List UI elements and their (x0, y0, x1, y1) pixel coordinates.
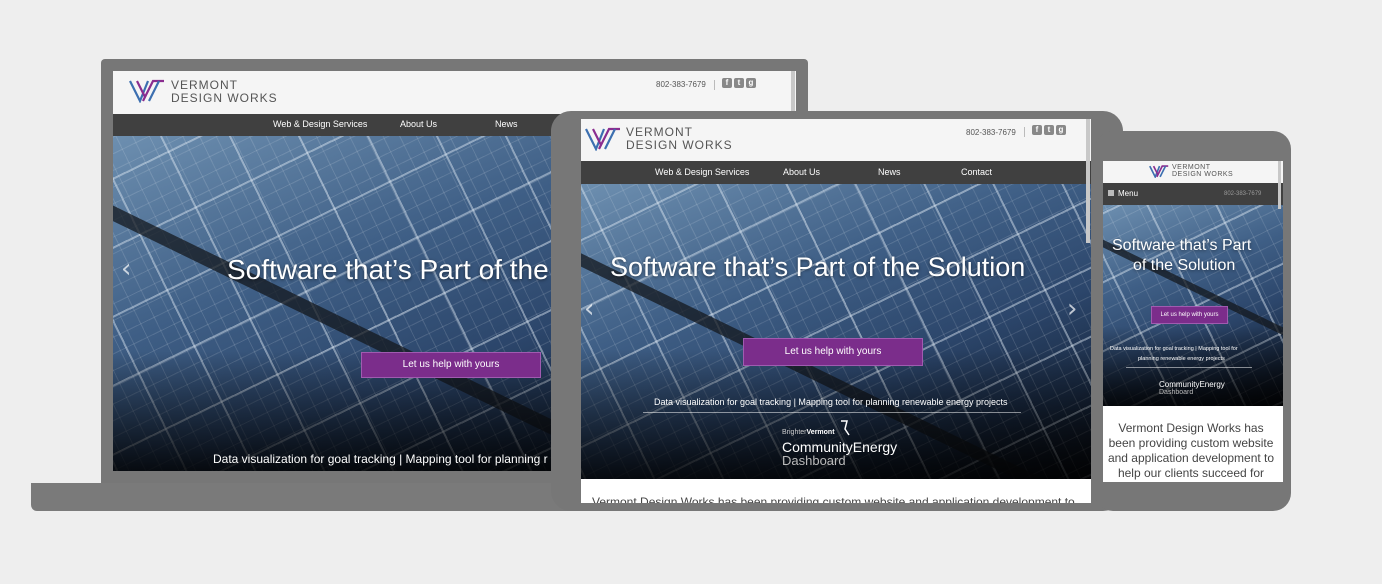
vdw-logo-icon (585, 127, 620, 151)
phone-scrollbar[interactable] (1278, 161, 1281, 209)
hero-headline: Software that’s Part of the Solution (610, 252, 1026, 282)
project-subtitle: Dashboard (782, 453, 846, 468)
logo-text: VERMONT DESIGN WORKS (1172, 164, 1233, 179)
tablet-header: VERMONT DESIGN WORKS 802-383-7679 f t g (581, 119, 1091, 161)
body-line-2: been providing custom website (1108, 436, 1274, 450)
nav-about-us[interactable]: About Us (783, 167, 820, 177)
cta-button[interactable]: Let us help with yours (1151, 306, 1228, 324)
phone-number[interactable]: 802-383-7679 (1224, 191, 1261, 197)
laptop-scrollbar[interactable] (791, 71, 795, 111)
header-divider (714, 80, 715, 90)
tablet-nav: Web & Design Services About Us News Cont… (581, 161, 1091, 184)
google-plus-icon[interactable]: g (746, 78, 756, 88)
carousel-prev-icon[interactable]: ‹ (584, 294, 594, 324)
project-prefix-2: Vermont (806, 429, 835, 436)
logo-line-2: DESIGN WORKS (171, 90, 278, 105)
carousel-next-icon[interactable]: › (1067, 294, 1077, 324)
subtitle-rule (643, 412, 1021, 413)
menu-label: Menu (1118, 189, 1139, 198)
project-prefix-1: Brighter (782, 429, 807, 436)
project-title: CommunityEnergy (782, 439, 898, 455)
project-title: CommunityEnergy (1159, 380, 1225, 389)
phone-hero: Software that’s Part of the Solution Let… (1103, 205, 1283, 406)
hero-headline-line-2: of the Solution (1133, 257, 1236, 274)
body-line-3: and application development to (1107, 451, 1275, 465)
phone-screen: VERMONT DESIGN WORKS Menu 802-383-7679 S… (1103, 161, 1283, 482)
facebook-icon[interactable]: f (1032, 125, 1042, 135)
hero-subtitle: Data visualization for goal tracking | M… (654, 397, 1008, 407)
phone-number[interactable]: 802-383-7679 (656, 80, 706, 89)
tablet-body-text: Vermont Design Works has been providing … (592, 495, 1075, 503)
logo-line-2: DESIGN WORKS (626, 137, 733, 152)
social-icons: f t g (722, 78, 756, 88)
cta-button[interactable]: Let us help with yours (743, 338, 923, 366)
logo-line-2: DESIGN WORKS (1172, 171, 1234, 179)
phone-header: VERMONT DESIGN WORKS (1103, 161, 1283, 183)
tablet-screen: VERMONT DESIGN WORKS 802-383-7679 f t g … (581, 119, 1091, 503)
hero-subtitle: Data visualization for goal tracking | M… (213, 452, 548, 466)
logo-line-1: VERMONT (626, 125, 693, 139)
laptop-header: VERMONT DESIGN WORKS 802-383-7679 f t g (113, 71, 796, 114)
tablet-hero: ‹ › Software that’s Part of the Solution… (581, 184, 1091, 479)
logo-text: VERMONT DESIGN WORKS (626, 126, 733, 151)
phone-nav: Menu 802-383-7679 (1103, 183, 1283, 205)
menu-toggle[interactable]: Menu (1108, 189, 1138, 198)
project-prefix: BrighterVermont (782, 429, 835, 436)
hero-subtitle-line-1: Data visualization for goal tracking | M… (1110, 346, 1238, 352)
phone-number[interactable]: 802-383-7679 (966, 128, 1016, 137)
nav-contact[interactable]: Contact (961, 167, 992, 177)
facebook-icon[interactable]: f (722, 78, 732, 88)
carousel-prev-icon[interactable]: ‹ (121, 254, 131, 284)
logo-line-1: VERMONT (171, 78, 238, 92)
hero-subtitle-line-2: planning renewable energy projects (1138, 356, 1225, 362)
hero-headline: Software that’s Part of the (227, 254, 549, 285)
header-divider (1024, 127, 1025, 137)
nav-web-design-services[interactable]: Web & Design Services (273, 119, 367, 129)
hero-headline-line-1: Software that’s Part (1112, 237, 1252, 254)
logo-text: VERMONT DESIGN WORKS (171, 79, 278, 104)
nav-news[interactable]: News (878, 167, 901, 177)
logo-line-1: VERMONT (1172, 164, 1211, 171)
body-line-1: Vermont Design Works has (1118, 421, 1264, 435)
social-icons: f t g (1032, 125, 1066, 135)
pin-icon (841, 420, 850, 436)
phone-body-text: Vermont Design Works has been providing … (1103, 421, 1279, 481)
vdw-logo-icon (1149, 165, 1169, 178)
tablet-scrollbar[interactable] (1086, 119, 1090, 243)
nav-about-us[interactable]: About Us (400, 119, 437, 129)
twitter-icon[interactable]: t (734, 78, 744, 88)
body-line-4: help our clients succeed for (1117, 466, 1265, 480)
nav-news[interactable]: News (495, 119, 518, 129)
cta-button[interactable]: Let us help with yours (361, 352, 541, 378)
twitter-icon[interactable]: t (1044, 125, 1054, 135)
google-plus-icon[interactable]: g (1056, 125, 1066, 135)
vdw-logo-icon (129, 79, 164, 103)
project-subtitle: Dashboard (1159, 389, 1194, 396)
subtitle-rule (1126, 367, 1252, 368)
nav-web-design-services[interactable]: Web & Design Services (655, 167, 749, 177)
hamburger-icon (1108, 190, 1114, 196)
